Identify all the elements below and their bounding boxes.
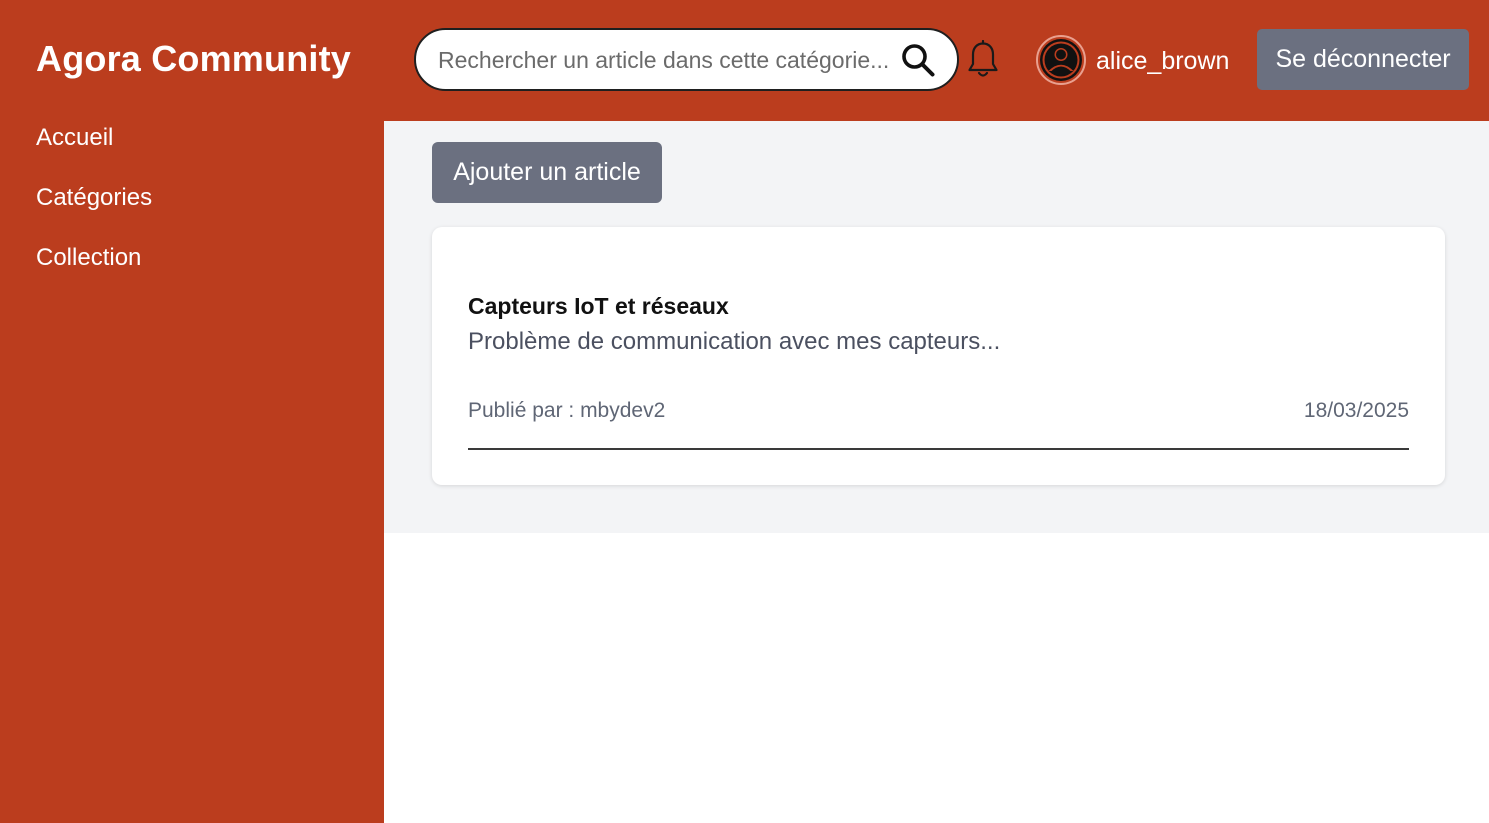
article-excerpt: Problème de communication avec mes capte… [468, 328, 1001, 355]
sidebar-item-accueil[interactable]: Accueil [36, 124, 113, 152]
main-content: Ajouter un article Capteurs IoT et résea… [384, 121, 1489, 533]
username[interactable]: alice_brown [1096, 47, 1229, 76]
article-author: Publié par : mbydev2 [468, 399, 666, 422]
sidebar-item-collection[interactable]: Collection [36, 244, 141, 272]
search-input[interactable] [438, 44, 903, 76]
divider [468, 448, 1409, 450]
user-avatar-icon [1040, 39, 1082, 81]
bell-icon[interactable] [966, 40, 1000, 80]
brand-title[interactable]: Agora Community [36, 38, 351, 80]
search-icon[interactable] [901, 43, 935, 77]
article-card[interactable]: Capteurs IoT et réseaux Problème de comm… [432, 227, 1445, 485]
app: Agora Community alice_brow [0, 0, 1489, 823]
sidebar-item-categories[interactable]: Catégories [36, 184, 152, 212]
article-date: 18/03/2025 [1303, 399, 1409, 422]
top-header: Agora Community alice_brow [0, 0, 1489, 121]
search-bar[interactable] [414, 28, 959, 91]
add-article-button[interactable]: Ajouter un article [432, 142, 662, 203]
user-avatar[interactable] [1036, 35, 1086, 85]
article-title[interactable]: Capteurs IoT et réseaux [468, 293, 729, 320]
sidebar: Accueil Catégories Collection [0, 121, 384, 823]
logout-button[interactable]: Se déconnecter [1257, 29, 1469, 90]
